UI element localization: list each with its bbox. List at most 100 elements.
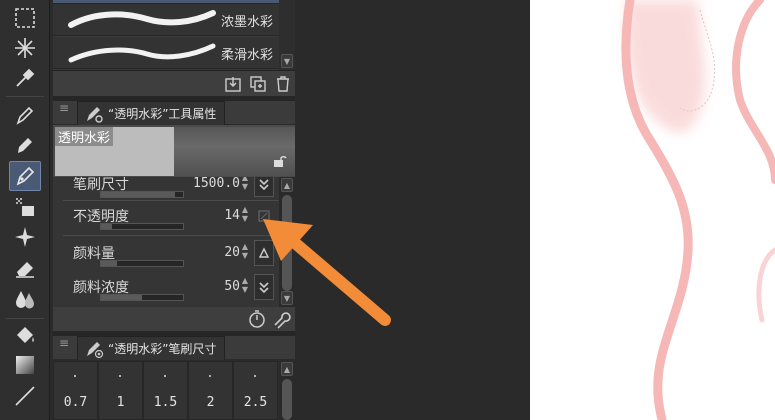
size-value: 2 [206, 395, 215, 410]
double-chevron-down-icon [259, 179, 269, 191]
brush-size-preset[interactable]: 0.7 [53, 361, 98, 420]
opacity-slider[interactable] [100, 223, 184, 230]
canvas-background [295, 0, 530, 420]
duplicate-icon [250, 76, 266, 92]
property-value[interactable]: 14 [224, 208, 240, 223]
brush-tool[interactable] [9, 161, 41, 191]
size-value: 2.5 [243, 395, 268, 410]
brush-size-preset[interactable]: 1 [98, 361, 143, 420]
panel-title: “透明水彩”笔刷尺寸 [108, 342, 217, 356]
gradient-tool[interactable] [9, 350, 41, 380]
property-row-paint-amount: 颜料量 20 ▲ ▼ [53, 238, 279, 268]
sub-tool-name: 透明水彩 [55, 127, 114, 146]
line-tool[interactable] [9, 381, 41, 411]
slider-fill [101, 192, 175, 197]
gradient-icon [16, 356, 34, 374]
sparkle-icon [15, 227, 35, 247]
scroll-down-icon[interactable]: ▼ [281, 54, 293, 68]
paint-bucket-icon [17, 327, 34, 343]
expand-button[interactable] [254, 177, 274, 197]
paint-amount-slider[interactable] [100, 260, 184, 267]
duplicate-brush-button[interactable] [248, 74, 268, 94]
auto-select-tool[interactable] [9, 33, 41, 63]
paint-density-slider[interactable] [100, 294, 184, 301]
fill-tool[interactable] [9, 320, 41, 350]
brush-list-toolbar [53, 70, 295, 96]
panel-grip-icon[interactable]: ≡ [59, 337, 69, 349]
spin-icon[interactable]: ▲ ▼ [240, 205, 250, 227]
brush-size-scrollbar[interactable]: ▲ [279, 361, 295, 420]
brush-name: 浓墨水彩 [220, 15, 273, 30]
scroll-up-icon[interactable]: ▲ [281, 362, 293, 376]
tab-brush-size[interactable]: “透明水彩”笔刷尺寸 [77, 336, 226, 360]
brush-size-preset[interactable]: 2.5 [233, 361, 278, 420]
pencil-tool[interactable] [9, 130, 41, 160]
spin-icon[interactable]: ▲ ▼ [240, 242, 250, 264]
unlock-icon [274, 156, 287, 167]
download-icon [225, 77, 241, 92]
water-drops-icon [16, 291, 34, 309]
tool-bar [0, 0, 50, 420]
property-value[interactable]: 50 [224, 279, 240, 294]
scroll-thumb[interactable] [282, 379, 292, 420]
property-row-paint-density: 颜料浓度 50 ▲ ▼ [53, 272, 279, 302]
brush-item[interactable]: 柔滑水彩 [53, 37, 279, 69]
airbrush-icon [16, 198, 34, 216]
selection-tool[interactable] [9, 3, 41, 33]
annotation-arrow-icon [263, 219, 391, 326]
download-brush-button[interactable] [223, 74, 243, 94]
spin-icon[interactable]: ▲ ▼ [240, 177, 250, 195]
panel-grip-icon[interactable]: ≡ [59, 102, 69, 114]
canvas-artwork [621, 0, 775, 420]
size-dot [74, 375, 76, 377]
brush-name: 柔滑水彩 [220, 48, 273, 63]
brush-size-preset[interactable]: 2 [188, 361, 233, 420]
slider-fill [101, 261, 118, 266]
decoration-tool[interactable] [9, 222, 41, 252]
brush-size-panel-header: ≡ “透明水彩”笔刷尺寸 [53, 336, 295, 360]
blend-tool[interactable] [9, 284, 41, 314]
delete-brush-button[interactable] [273, 74, 293, 94]
brush-list-scrollbar[interactable]: ▼ [279, 0, 295, 70]
magic-wand-icon [15, 38, 35, 58]
brush-size-preset[interactable]: 1.5 [143, 361, 188, 420]
property-value[interactable]: 1500.0 [193, 177, 240, 191]
pencil-icon [18, 138, 32, 153]
brush-size-grid: 0.7 1 1.5 2 2.5 ▲ [53, 361, 295, 420]
marquee-selection-icon [15, 8, 35, 28]
brush-settings-icon [87, 107, 103, 123]
eraser-tool[interactable] [9, 253, 41, 283]
size-dot [119, 375, 121, 377]
size-dot [254, 375, 256, 377]
size-value: 0.7 [63, 395, 88, 410]
brush-preview: 透明水彩 [53, 125, 295, 177]
panel-title: “透明水彩”工具属性 [108, 107, 217, 121]
eyedropper-icon [16, 68, 35, 87]
pen-tool[interactable] [9, 100, 41, 130]
property-row-opacity: 不透明度 14 ▲ ▼ [53, 201, 279, 231]
tab-tool-property[interactable]: “透明水彩”工具属性 [77, 101, 226, 125]
size-dot [164, 375, 166, 377]
line-icon [15, 386, 35, 406]
spin-icon[interactable]: ▲ ▼ [240, 276, 250, 298]
slider-fill [101, 295, 142, 300]
property-value[interactable]: 20 [224, 245, 240, 260]
scroll-up-icon[interactable]: ▲ [281, 178, 293, 192]
eyedropper-tool[interactable] [9, 63, 41, 93]
drawing-canvas[interactable] [530, 0, 775, 420]
brush-stroke-preview-icon [68, 10, 216, 28]
brush-size-icon [87, 342, 104, 359]
size-dot [209, 375, 211, 377]
trash-icon [277, 76, 289, 92]
brush-icon [16, 166, 35, 186]
brush-item[interactable]: 浓墨水彩 [53, 4, 279, 36]
lock-button[interactable] [273, 155, 287, 171]
tool-property-panel-header: ≡ “透明水彩”工具属性 [53, 101, 295, 125]
pen-icon [16, 106, 34, 125]
slider-fill [101, 224, 113, 229]
brush-stroke-preview-icon [68, 43, 216, 63]
airbrush-tool[interactable] [9, 192, 41, 222]
brush-size-slider[interactable] [100, 191, 184, 198]
eraser-icon [16, 262, 34, 278]
size-value: 1 [116, 395, 125, 410]
